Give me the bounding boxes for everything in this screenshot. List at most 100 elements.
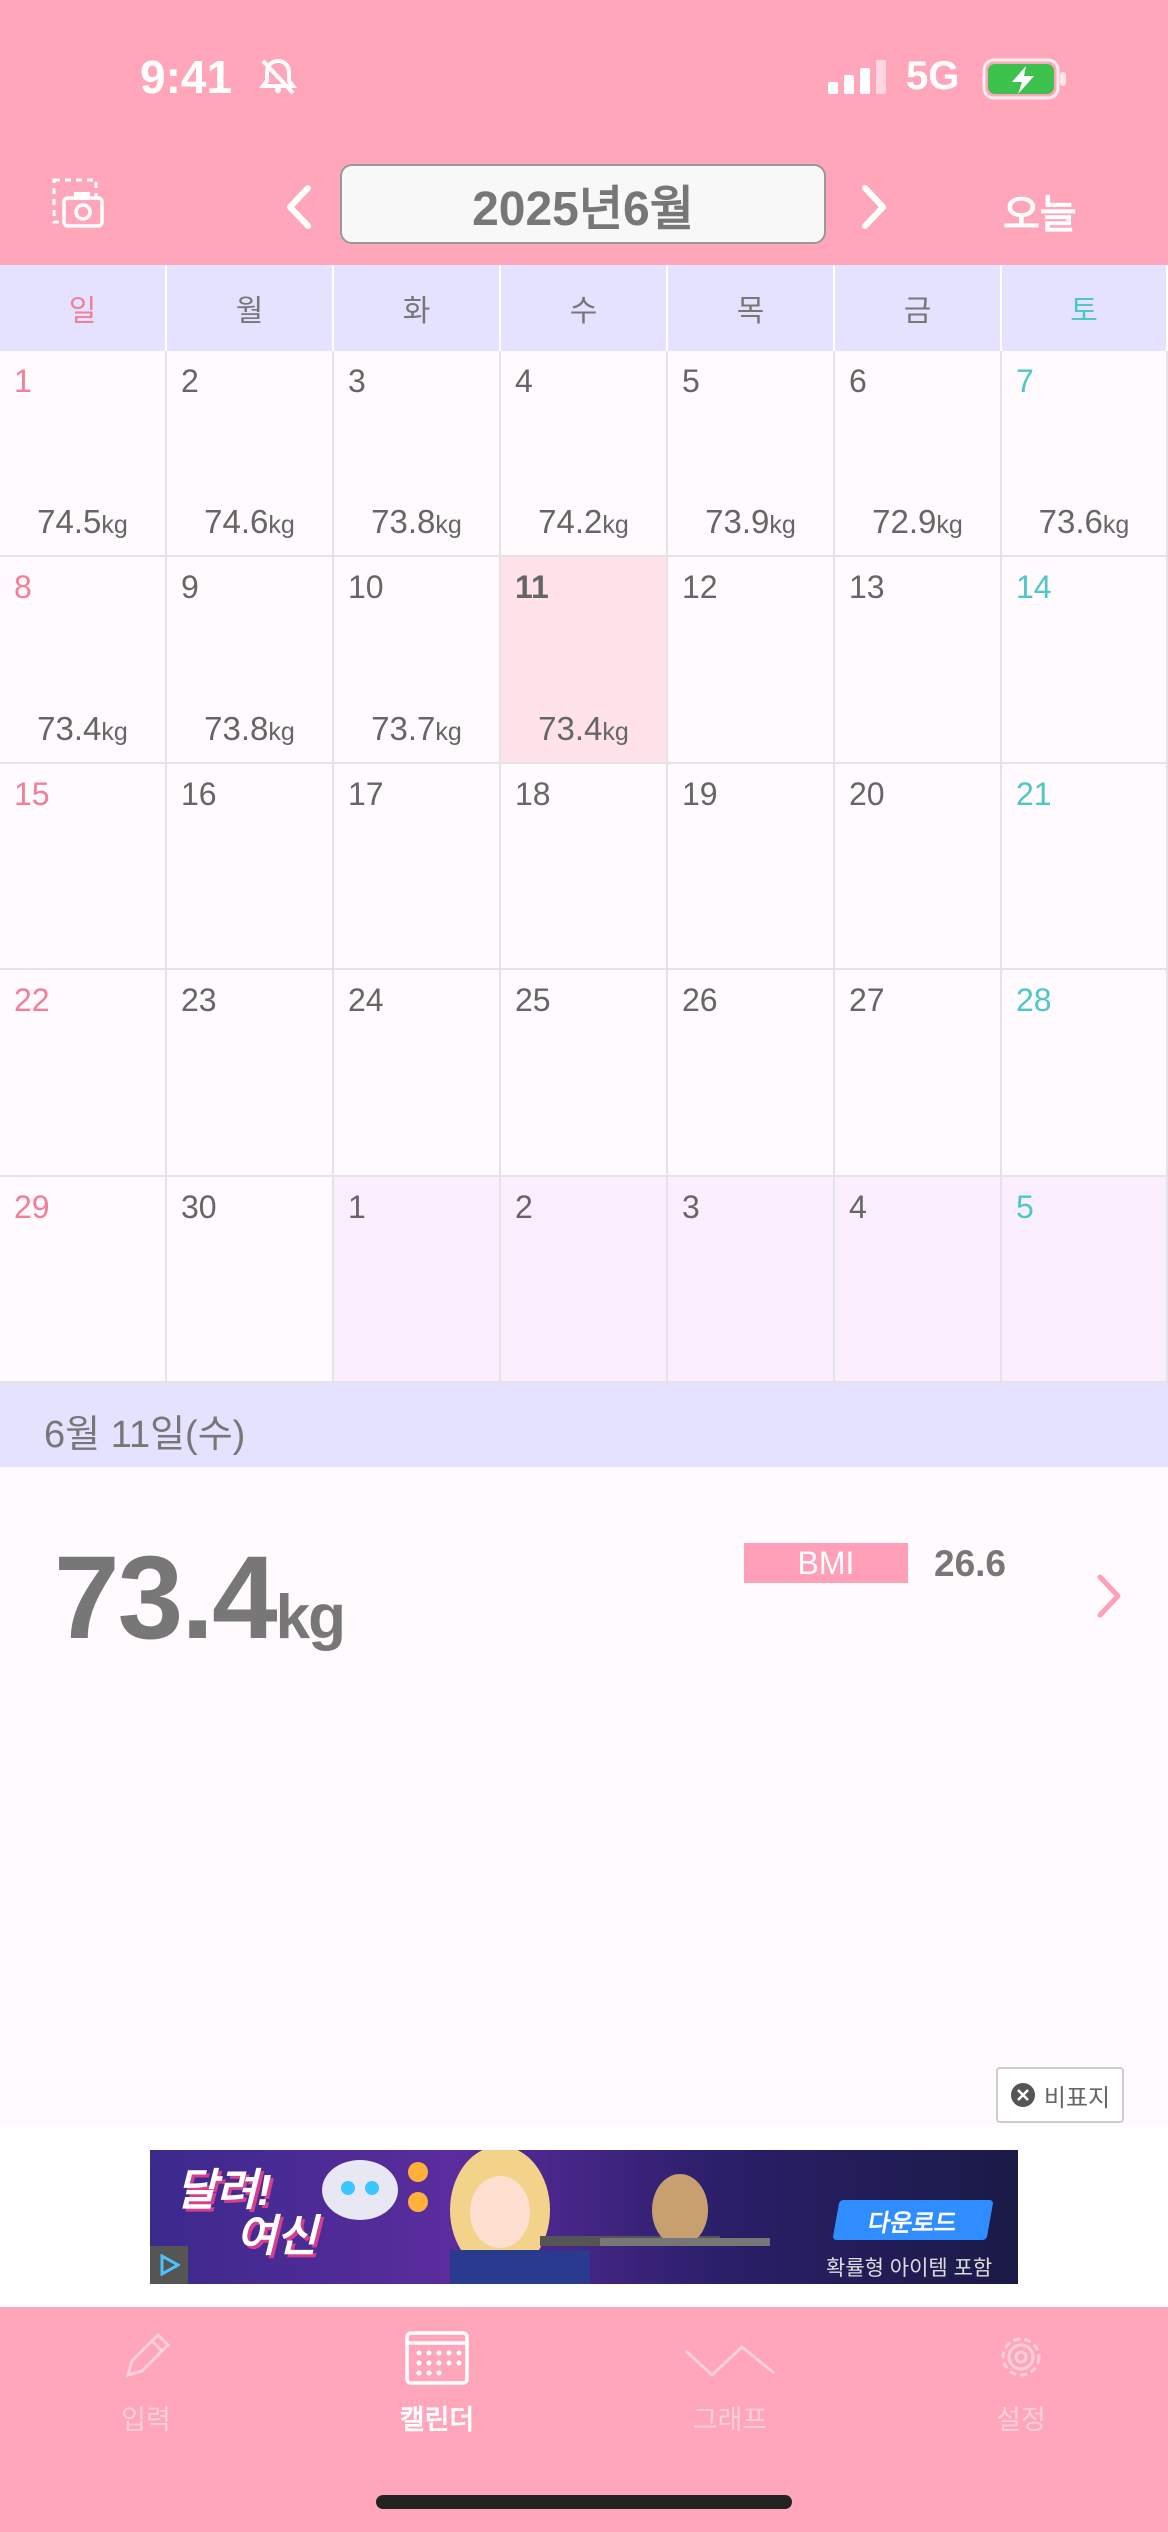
calendar-day-cell[interactable]: 19 xyxy=(668,764,835,970)
day-number: 5 xyxy=(682,363,700,399)
day-weight: 73.6kg xyxy=(1002,503,1166,541)
detail-chevron-right-icon[interactable] xyxy=(1094,1573,1124,1619)
calendar-day-cell[interactable]: 3 73.8kg xyxy=(334,351,501,557)
calendar-day-cell[interactable]: 20 xyxy=(835,764,1002,970)
hide-ad-button[interactable]: 비표지 xyxy=(996,2067,1124,2123)
tab-graph-label: 그래프 xyxy=(692,2405,768,2435)
day-number: 26 xyxy=(682,982,718,1018)
day-weight: 73.7kg xyxy=(334,710,499,748)
weekday-4: 목 xyxy=(668,265,835,351)
ad-title-line1: 달려! xyxy=(176,2166,272,2215)
calendar-day-cell[interactable]: 21 xyxy=(1002,764,1168,970)
day-weight-unit: kg xyxy=(435,718,462,746)
ad-download-button[interactable]: 다운로드 xyxy=(832,2200,994,2240)
day-weight: 73.9kg xyxy=(668,503,833,541)
calendar-day-cell[interactable]: 26 xyxy=(668,970,835,1177)
next-month-button[interactable] xyxy=(853,182,893,232)
close-circle-icon xyxy=(1010,2083,1035,2107)
day-number: 25 xyxy=(515,982,551,1018)
day-number: 16 xyxy=(181,776,217,812)
month-title[interactable]: 2025년6월 xyxy=(340,164,826,244)
day-weight: 74.2kg xyxy=(501,503,666,541)
day-number: 4 xyxy=(515,363,533,399)
calendar-day-cell[interactable]: 13 xyxy=(835,557,1002,764)
calendar-day-cell[interactable]: 5 73.9kg xyxy=(668,351,835,557)
weight-display[interactable]: 73.4kg xyxy=(54,1530,346,1666)
prev-month-button[interactable] xyxy=(280,182,320,232)
day-number: 2 xyxy=(515,1189,533,1225)
today-button[interactable]: 오늘 xyxy=(1003,182,1077,240)
calendar-day-cell[interactable]: 30 xyxy=(167,1177,334,1383)
weight-unit: kg xyxy=(275,1583,346,1652)
calendar-day-cell[interactable]: 14 xyxy=(1002,557,1168,764)
calendar-day-cell[interactable]: 9 73.8kg xyxy=(167,557,334,764)
silent-bell-icon xyxy=(258,58,298,95)
gear-icon xyxy=(1001,2337,1041,2377)
calendar-day-cell[interactable]: 5 xyxy=(1002,1177,1168,1383)
tab-settings-label: 설정 xyxy=(996,2405,1046,2435)
day-weight-unit: kg xyxy=(602,511,629,539)
tab-settings[interactable]: 설정 xyxy=(941,2327,1101,2437)
calendar-day-cell[interactable]: 10 73.7kg xyxy=(334,557,501,764)
calendar-day-cell[interactable]: 11 73.4kg xyxy=(501,557,668,764)
day-weight-value: 73.6 xyxy=(1038,503,1103,540)
day-number: 29 xyxy=(14,1189,50,1225)
day-weight-unit: kg xyxy=(268,511,295,539)
calendar-day-cell[interactable]: 27 xyxy=(835,970,1002,1177)
calendar-day-cell[interactable]: 29 xyxy=(0,1177,167,1383)
calendar-day-cell[interactable]: 15 xyxy=(0,764,167,970)
selected-date-label: 6월 11일(수) xyxy=(44,1414,246,1456)
tab-graph[interactable]: 그래프 xyxy=(650,2327,810,2437)
calendar-day-cell[interactable]: 7 73.6kg xyxy=(1002,351,1168,557)
calendar-day-cell[interactable]: 4 74.2kg xyxy=(501,351,668,557)
calendar-grid: 1 74.5kg 2 74.6kg 3 73.8kg 4 74.2kg 5 73.9kg 6 72.9… xyxy=(0,351,1168,1383)
calendar-day-cell[interactable]: 16 xyxy=(167,764,334,970)
ad-character-illustration xyxy=(322,2150,770,2284)
day-number: 9 xyxy=(181,569,199,605)
day-number: 22 xyxy=(14,982,50,1018)
ad-banner[interactable]: 달려! 여신 다운로드 확률형 아이템 포함 xyxy=(150,2150,1018,2284)
calendar-day-cell[interactable]: 2 xyxy=(501,1177,668,1383)
calendar-day-cell[interactable]: 8 73.4kg xyxy=(0,557,167,764)
day-number: 3 xyxy=(682,1189,700,1225)
day-number: 13 xyxy=(849,569,885,605)
calendar-day-cell[interactable]: 1 xyxy=(334,1177,501,1383)
day-weight-value: 72.9 xyxy=(872,503,937,540)
calendar-day-cell[interactable]: 18 xyxy=(501,764,668,970)
calendar-day-cell[interactable]: 12 xyxy=(668,557,835,764)
tab-input[interactable]: 입력 xyxy=(66,2327,226,2437)
ad-title: 달려! 여신 xyxy=(176,2168,317,2260)
calendar-day-cell[interactable]: 2 74.6kg xyxy=(167,351,334,557)
pencil-icon xyxy=(125,2332,171,2378)
calendar-day-cell[interactable]: 1 74.5kg xyxy=(0,351,167,557)
calendar-day-cell[interactable]: 24 xyxy=(334,970,501,1177)
weekday-3: 수 xyxy=(501,265,668,351)
day-weight: 74.6kg xyxy=(167,503,332,541)
day-weight-value: 73.8 xyxy=(371,503,436,540)
day-number: 17 xyxy=(348,776,384,812)
tab-calendar[interactable]: 캘린더 xyxy=(357,2327,517,2437)
day-number: 11 xyxy=(515,569,549,605)
calendar-day-cell[interactable]: 6 72.9kg xyxy=(835,351,1002,557)
day-weight-value: 73.7 xyxy=(371,710,436,747)
screenshot-camera-icon[interactable] xyxy=(52,178,106,230)
calendar-day-cell[interactable]: 3 xyxy=(668,1177,835,1383)
calendar-day-cell[interactable]: 25 xyxy=(501,970,668,1177)
ad-title-line2: 여신 xyxy=(236,2212,317,2261)
selected-date-bar: 6월 11일(수) xyxy=(0,1383,1168,1467)
calendar-day-cell[interactable]: 17 xyxy=(334,764,501,970)
weekday-header: 일월화수목금토 xyxy=(0,265,1168,351)
calendar-day-cell[interactable]: 28 xyxy=(1002,970,1168,1177)
battery-charging-icon xyxy=(982,58,1066,100)
calendar-day-cell[interactable]: 22 xyxy=(0,970,167,1177)
day-number: 5 xyxy=(1016,1189,1034,1225)
day-weight-unit: kg xyxy=(101,511,128,539)
day-weight-unit: kg xyxy=(602,718,629,746)
day-number: 24 xyxy=(348,982,384,1018)
calendar-day-cell[interactable]: 4 xyxy=(835,1177,1002,1383)
day-weight: 73.4kg xyxy=(0,710,165,748)
bmi-badge: BMI xyxy=(744,1543,908,1583)
calendar-day-cell[interactable]: 23 xyxy=(167,970,334,1177)
day-weight-value: 73.4 xyxy=(37,710,102,747)
day-weight-unit: kg xyxy=(101,718,128,746)
